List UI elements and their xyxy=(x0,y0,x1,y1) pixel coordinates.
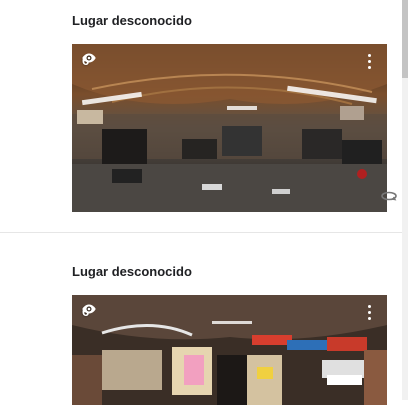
photo-card: Lugar desconocido xyxy=(0,0,402,232)
card-title: Lugar desconocido xyxy=(72,264,192,279)
panorama-image xyxy=(72,44,387,212)
panorama-thumbnail[interactable]: 6 xyxy=(72,44,387,212)
more-vert-icon xyxy=(367,53,371,57)
scrollbar-thumb[interactable] xyxy=(402,0,408,78)
more-options-button[interactable] xyxy=(359,51,379,71)
panorama-360-icon[interactable] xyxy=(380,189,398,203)
scrollbar[interactable] xyxy=(402,0,408,400)
results-panel: Lugar desconocido Lugar desconocido xyxy=(0,0,402,405)
panorama-thumbnail[interactable]: 6 xyxy=(72,295,387,405)
panorama-image xyxy=(72,295,387,405)
card-title: Lugar desconocido xyxy=(72,13,192,28)
eye-icon xyxy=(82,304,96,314)
more-vert-icon xyxy=(367,304,371,308)
photo-card: Lugar desconocido xyxy=(0,233,402,405)
more-options-button[interactable] xyxy=(359,302,379,322)
eye-icon xyxy=(82,53,96,63)
